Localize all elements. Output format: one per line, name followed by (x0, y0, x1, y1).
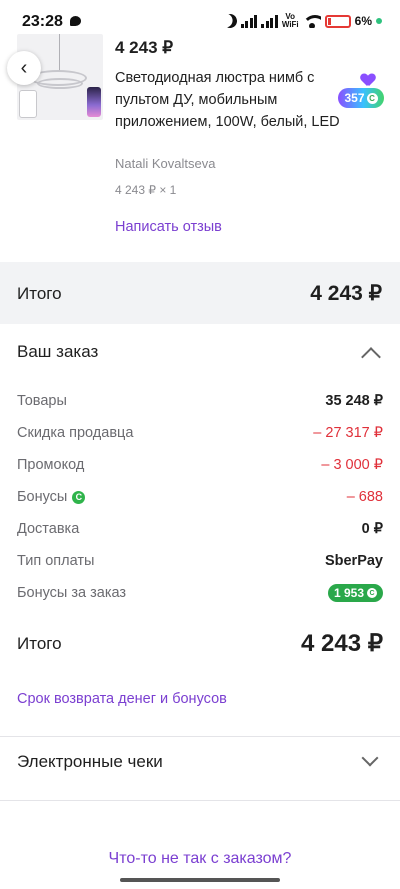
bonus-coin-icon: C (72, 490, 86, 504)
chevron-down-icon[interactable] (361, 749, 379, 767)
signal-icon (240, 14, 258, 28)
row-label: Скидка продавца (17, 425, 134, 441)
row-value: 0 ₽ (361, 521, 383, 537)
order-problem-link[interactable]: Что-то не так с заказом? (0, 850, 400, 868)
divider (0, 800, 400, 801)
e-receipts-section[interactable]: Электронные чеки (0, 736, 400, 800)
row-order-bonuses: Бонусы за заказ 1 953 C (17, 582, 383, 604)
product-card: ‹ 4 243 ₽ Светодиодная люстра нимб с пул… (0, 34, 400, 262)
row-value: – 688 (346, 489, 383, 505)
bonus-pill: 1 953 C (327, 584, 383, 602)
row-label: Бонусы за заказ (17, 585, 127, 601)
battery-percent: 6% (354, 14, 372, 28)
bonus-balance-badge[interactable]: 357 C (338, 88, 384, 108)
phone-app (87, 87, 101, 117)
bonus-coin-icon: C (366, 92, 378, 104)
total-label: Итого (17, 284, 62, 303)
write-review-link[interactable]: Написать отзыв (115, 219, 222, 235)
row-label: Доставка (17, 521, 80, 537)
wifi-icon (302, 14, 321, 28)
row-label: Бонусы (17, 489, 68, 505)
status-bar: 23:28 Vo WiFi 6% (0, 0, 400, 34)
chat-notification-icon (70, 16, 81, 26)
heart-icon (361, 74, 375, 86)
signal-2-icon (261, 14, 278, 28)
order-header[interactable]: Ваш заказ (17, 342, 98, 362)
product-title[interactable]: Светодиодная люстра нимб с пультом ДУ, м… (115, 67, 350, 133)
row-goods: Товары 35 248 ₽ (17, 390, 383, 412)
product-price: 4 243 ₽ (115, 38, 174, 57)
final-total-value: 4 243 ₽ (301, 630, 383, 657)
row-value: 1 953 (333, 586, 364, 600)
row-seller-discount: Скидка продавца – 27 317 ₽ (17, 422, 383, 444)
row-label: Промокод (17, 457, 85, 473)
row-label: Товары (17, 393, 67, 409)
order-summary: Ваш заказ Товары 35 248 ₽ Скидка продавц… (0, 324, 400, 736)
remote-control (19, 90, 37, 118)
row-delivery: Доставка 0 ₽ (17, 518, 383, 540)
status-icons: Vo WiFi 6% (223, 12, 382, 30)
row-promocode: Промокод – 3 000 ₽ (17, 454, 383, 476)
do-not-disturb-icon (221, 12, 239, 30)
row-payment-type: Тип оплаты SberPay (17, 550, 383, 572)
chevron-up-icon[interactable] (361, 347, 381, 367)
vowifi-bottom: WiFi (281, 20, 299, 29)
status-time: 23:28 (22, 13, 63, 30)
vowifi-icon: Vo WiFi (282, 13, 299, 29)
row-bonuses: Бонусы C – 688 (17, 486, 383, 508)
battery-icon (324, 14, 351, 28)
row-value: – 3 000 ₽ (321, 457, 383, 473)
bonus-coin-icon: C (367, 588, 377, 598)
row-label-wrap: Бонусы C (17, 489, 86, 505)
e-receipts-label: Электронные чеки (17, 752, 163, 771)
camera-dot-icon (376, 18, 382, 24)
row-value: – 27 317 ₽ (313, 425, 383, 441)
back-button[interactable]: ‹ (7, 51, 41, 85)
row-label: Тип оплаты (17, 553, 95, 569)
lamp-wire (59, 34, 60, 72)
final-total-label: Итого (17, 633, 62, 653)
product-quantity: 4 243 ₽ × 1 (115, 183, 177, 197)
bonus-balance-value: 357 (344, 91, 365, 105)
refund-terms-link[interactable]: Срок возврата денег и бонусов (17, 691, 227, 707)
row-value: SberPay (324, 553, 383, 569)
lamp-ring-inner (37, 78, 83, 89)
total-value: 4 243 ₽ (310, 282, 382, 305)
final-total: Итого 4 243 ₽ (17, 629, 383, 658)
total-band: Итого 4 243 ₽ (0, 262, 400, 324)
seller-name: Natali Kovaltseva (115, 156, 216, 171)
row-value: 35 248 ₽ (325, 393, 383, 409)
chevron-left-icon: ‹ (20, 56, 28, 79)
home-indicator[interactable] (120, 878, 280, 882)
